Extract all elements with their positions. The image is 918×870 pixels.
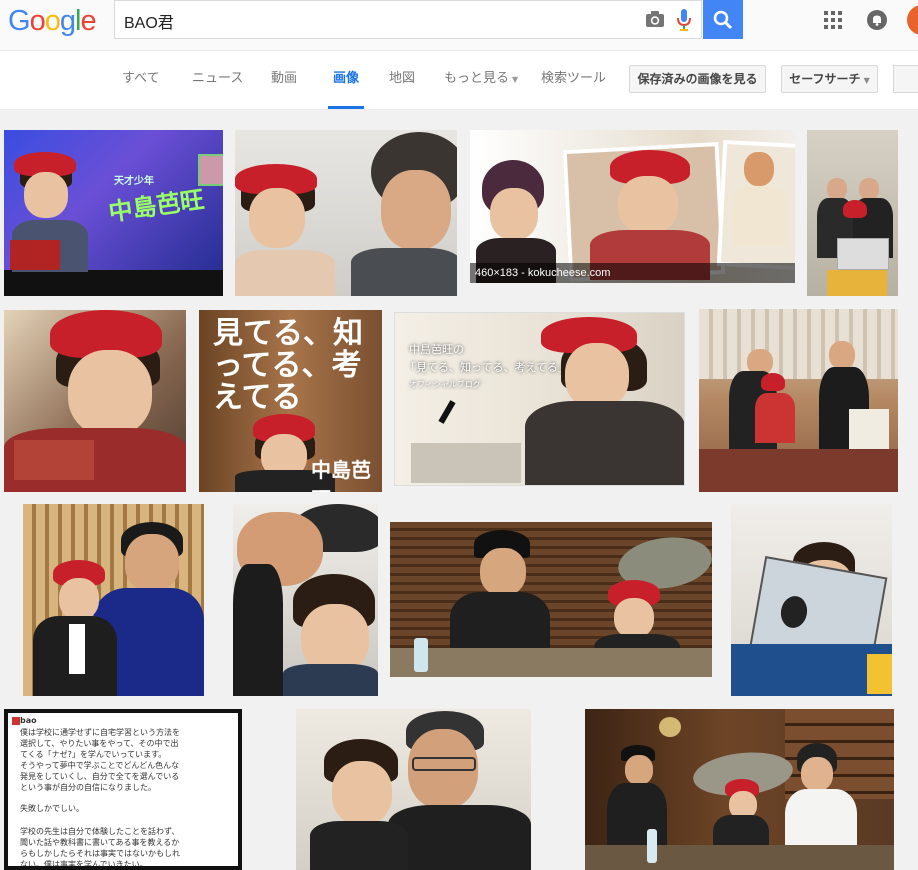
search-tabs-bar: すべて ニュース 動画 画像 地図 もっと見る ▼ 検索ツール 保存済みの画像を見…	[0, 51, 918, 110]
tweet-text: 発見をしていくし、自分で全てを選んでいる	[20, 772, 180, 781]
image-result[interactable]	[23, 504, 204, 696]
search-button[interactable]	[703, 0, 743, 39]
overlay-text: 見てる、知ってる、考えてる	[213, 316, 363, 415]
image-result[interactable]: 中島芭旺の 「見てる、知ってる、考えてる」 オフィシャルブログ	[394, 312, 685, 486]
image-result[interactable]: bao 僕は学校に通学せずに自宅学習という方法を 選択して、やりたい事をやって、…	[4, 709, 242, 870]
overlay-text: オフィシャルブログ	[409, 380, 481, 389]
search-input[interactable]: BAO君	[124, 9, 174, 33]
notifications-icon[interactable]	[867, 10, 887, 34]
image-caption: 460×183 - kokucheese.com	[470, 263, 795, 283]
image-result[interactable]	[585, 709, 894, 870]
tweet-text: 聞いた話や教科書に書いてある事を教えるか	[20, 838, 180, 847]
overlay-text: 天才少年	[114, 176, 154, 187]
tweet-text: そうやって夢中で学ぶことでどんどん色んな	[20, 761, 180, 770]
tweet-text: 僕は学校に通学せずに自宅学習という方法を	[20, 728, 180, 737]
tweet-text: ない。僕は事実を学んでいきたい。	[20, 860, 148, 869]
tweet-avatar	[12, 717, 20, 725]
tab-label: もっと見る	[444, 71, 510, 86]
safe-search-label: セーフサーチ	[789, 72, 861, 86]
tweet-user: bao	[20, 716, 37, 725]
microphone-icon[interactable]	[676, 8, 692, 36]
camera-icon[interactable]	[645, 10, 665, 32]
overlay-text: 「見てる、知ってる、考えてる」	[405, 361, 569, 374]
tab-images[interactable]: 画像	[328, 51, 364, 109]
top-bar: Google BAO君	[0, 0, 918, 51]
caret-down-icon: ▼	[512, 75, 519, 84]
apps-grid-icon[interactable]	[824, 11, 842, 33]
image-result[interactable]: 天才少年 中島芭旺	[4, 130, 223, 296]
overlay-text: 中島芭旺の	[409, 343, 464, 356]
tab-label: 画像	[332, 71, 359, 86]
tweet-text: 選択して、やりたい事をやって、その中で出	[20, 739, 179, 748]
tab-label: 動画	[271, 71, 298, 86]
avatar[interactable]	[907, 5, 918, 35]
image-result[interactable]: 見てる、知ってる、考えてる 中島芭旺	[199, 310, 382, 492]
image-result[interactable]	[807, 130, 898, 296]
tweet-text: てくる「ナゼ?」を学んでいっています。	[20, 750, 167, 759]
google-logo[interactable]: Google	[8, 3, 97, 39]
tab-label: ニュース	[192, 71, 244, 86]
search-box[interactable]: BAO君	[114, 0, 702, 39]
image-result[interactable]	[233, 504, 378, 696]
image-result[interactable]: 460×183 - kokucheese.com	[470, 130, 795, 283]
caret-down-icon: ▼	[863, 76, 870, 85]
image-result[interactable]	[731, 504, 892, 696]
image-result[interactable]	[4, 310, 186, 492]
overlay-text: 中島芭旺	[311, 458, 371, 492]
image-result[interactable]	[390, 522, 712, 677]
tab-news[interactable]: ニュース	[192, 51, 243, 109]
settings-button[interactable]	[893, 65, 918, 93]
tweet-text: らもしかしたらそれは事実ではないかもしれ	[20, 849, 180, 858]
tab-maps[interactable]: 地図	[389, 51, 415, 109]
tweet-text: 学校の先生は自分で体験したことを話わず、	[20, 827, 180, 836]
image-result[interactable]	[699, 309, 898, 492]
tab-videos[interactable]: 動画	[271, 51, 297, 109]
safe-search-button[interactable]: セーフサーチ ▼	[781, 65, 878, 93]
tab-all[interactable]: すべて	[122, 51, 160, 109]
tweet-text: 失敗しかでしい。	[20, 804, 84, 813]
tab-search-tools[interactable]: 検索ツール	[541, 51, 606, 109]
image-result[interactable]	[235, 130, 457, 296]
search-icon	[713, 10, 733, 29]
tab-more[interactable]: もっと見る ▼	[444, 51, 518, 109]
saved-images-button[interactable]: 保存済みの画像を見る	[629, 65, 766, 93]
image-result[interactable]	[296, 709, 531, 870]
tab-label: すべて	[122, 71, 160, 86]
tab-label: 地図	[389, 71, 416, 86]
tweet-text: という事が自分の自信になりました。	[20, 783, 156, 792]
tab-label: 検索ツール	[541, 71, 607, 86]
